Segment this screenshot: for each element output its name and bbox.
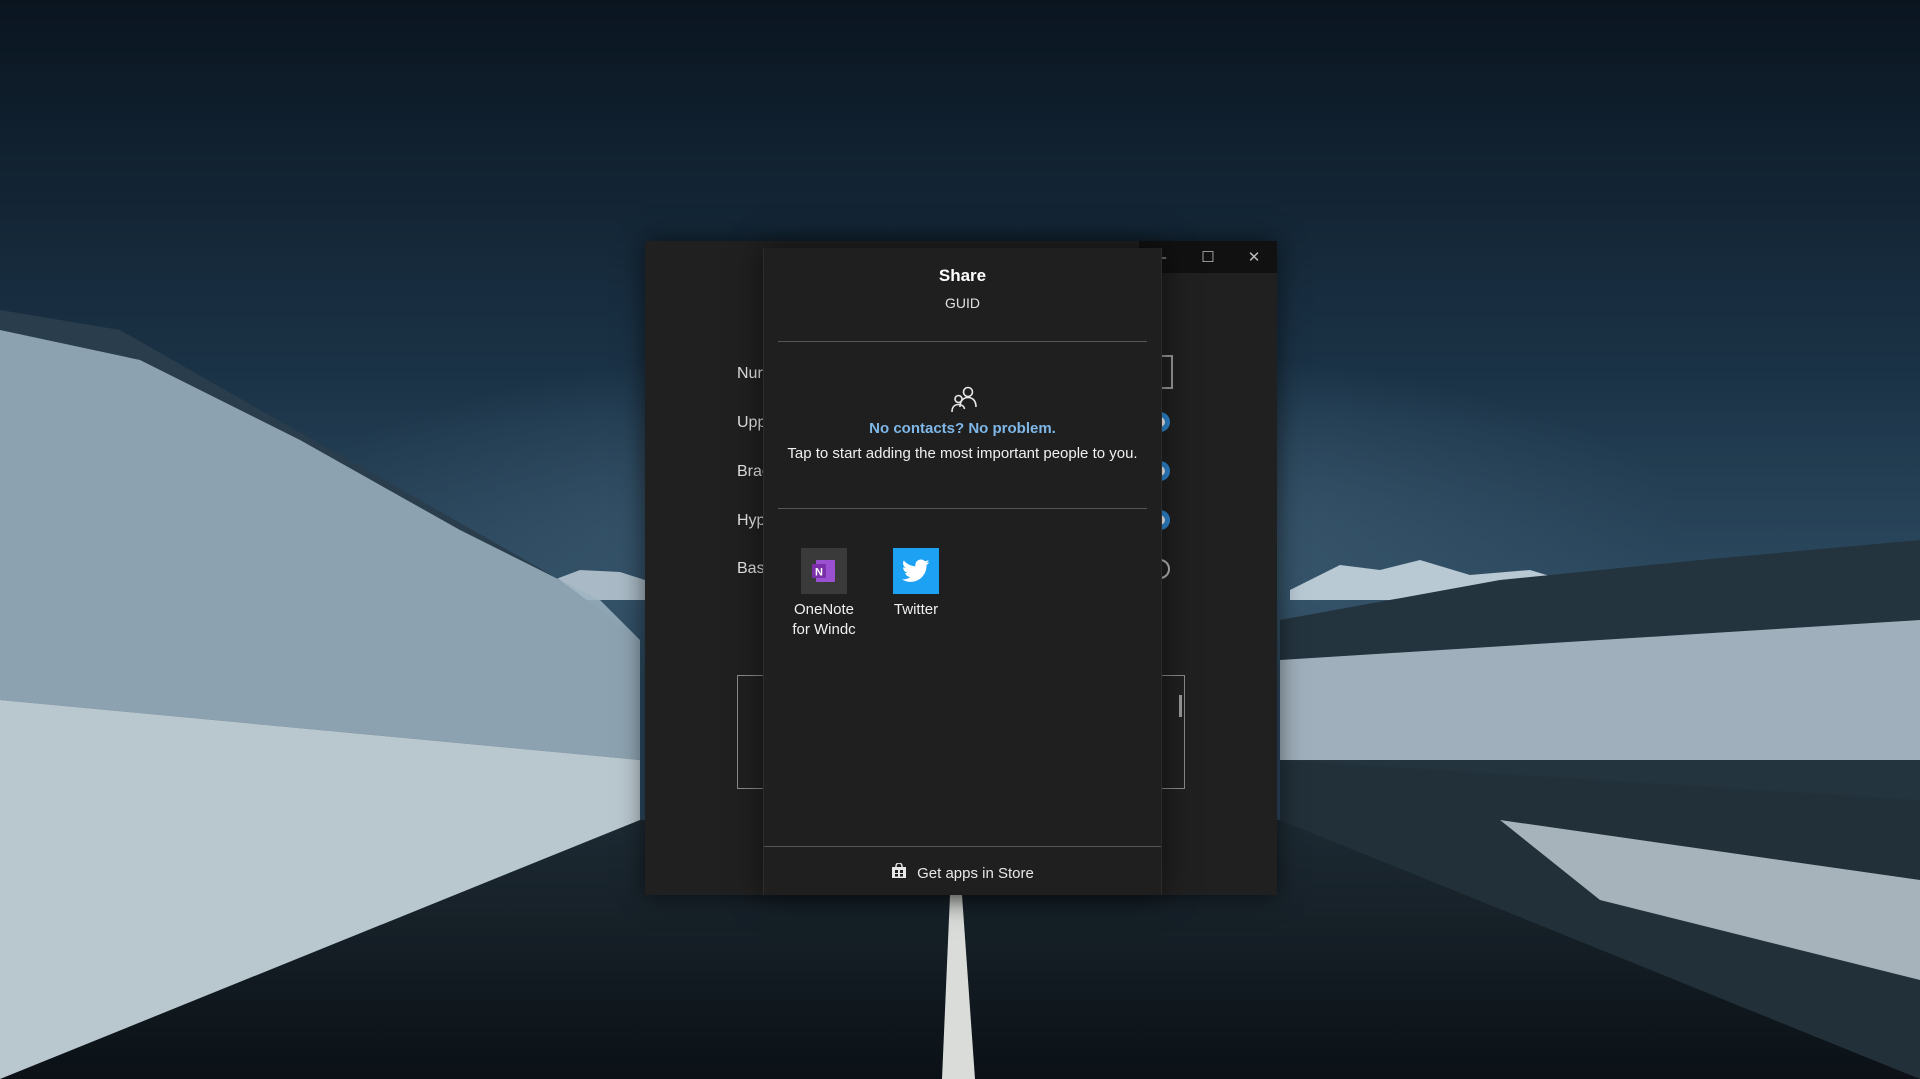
- share-target-twitter[interactable]: Twitter: [877, 548, 955, 620]
- twitter-icon: [893, 548, 939, 594]
- divider-footer: [764, 846, 1161, 847]
- row-label-uppercase: Upp: [737, 414, 767, 431]
- svg-text:N: N: [815, 567, 823, 579]
- row-label-number: Nur: [737, 365, 763, 382]
- onenote-label-line1: OneNote: [793, 601, 855, 618]
- share-target-onenote[interactable]: N OneNote for Windc: [785, 548, 863, 640]
- share-title: Share: [938, 266, 987, 285]
- maximize-button[interactable]: ☐: [1185, 241, 1231, 273]
- output-scrollbar[interactable]: [1179, 695, 1182, 717]
- row-label-base: Bas: [737, 560, 765, 577]
- close-button[interactable]: ✕: [1231, 241, 1277, 273]
- onenote-icon: N: [801, 548, 847, 594]
- row-label-hyphens: Hyp: [737, 512, 766, 529]
- divider-top: [778, 341, 1147, 342]
- no-contacts-heading[interactable]: No contacts? No problem.: [764, 420, 1161, 437]
- store-link-label: Get apps in Store: [917, 864, 1034, 882]
- share-flyout: Share GUID No contacts? No problem. Tap …: [763, 248, 1162, 895]
- divider-middle: [778, 508, 1147, 509]
- onenote-label-line2: for Windc: [792, 621, 856, 638]
- store-bag-icon: [891, 862, 907, 883]
- no-contacts-body[interactable]: Tap to start adding the most important p…: [764, 445, 1161, 462]
- share-subtitle: GUID: [945, 295, 980, 311]
- get-apps-in-store-link[interactable]: Get apps in Store: [764, 862, 1161, 883]
- twitter-label: Twitter: [893, 601, 939, 618]
- people-icon[interactable]: [950, 385, 978, 413]
